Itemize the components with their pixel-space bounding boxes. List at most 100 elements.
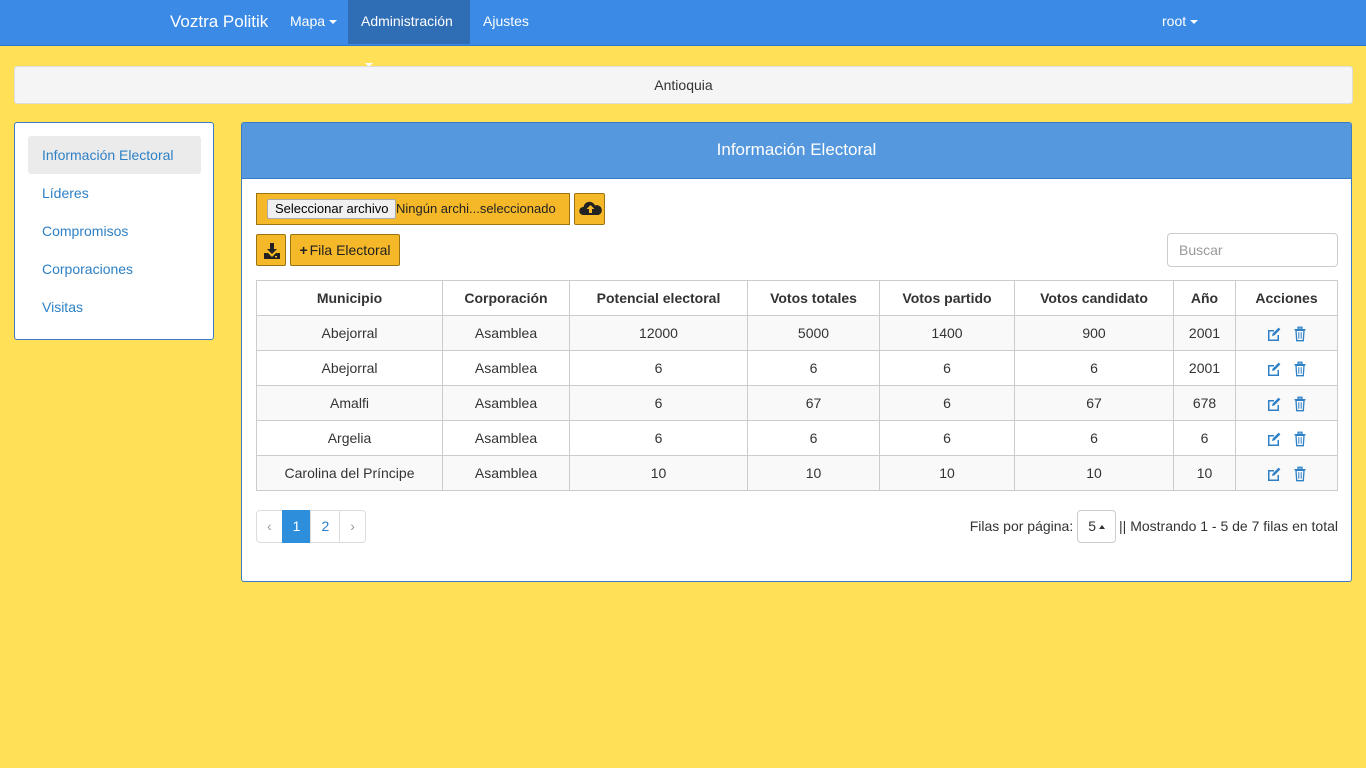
col-potencial-electoral[interactable]: Potencial electoral	[569, 280, 748, 316]
nav-administracion[interactable]: Administración	[348, 0, 470, 68]
breadcrumb: Antioquia	[14, 66, 1353, 104]
rows-per-page-value: 5	[1088, 518, 1097, 534]
col-acciones: Acciones	[1235, 280, 1338, 316]
cloud-upload-icon	[579, 201, 602, 215]
cell-corporacion: Asamblea	[442, 420, 570, 456]
cell-acciones	[1235, 420, 1338, 456]
rows-per-page-label: Filas por página:	[969, 518, 1074, 534]
cell-ano: 2001	[1173, 315, 1236, 351]
trash-icon[interactable]	[1292, 431, 1308, 447]
sidebar-item-visitas[interactable]: Visitas	[28, 288, 201, 326]
brand-logo[interactable]: Voztra Politik	[170, 0, 268, 46]
file-input[interactable]: Seleccionar archivo Ningún archi...selec…	[256, 193, 570, 225]
cell-ano: 6	[1173, 420, 1236, 456]
page-button-2[interactable]: 2	[310, 510, 341, 543]
electoral-table: Municipio Corporación Potencial electora…	[256, 280, 1338, 491]
col-votos-totales[interactable]: Votos totales	[747, 280, 880, 316]
cell-corporacion: Asamblea	[442, 385, 570, 421]
trash-icon[interactable]	[1292, 326, 1308, 342]
panel-title: Información Electoral	[242, 123, 1351, 179]
cell-votos-partido: 6	[879, 420, 1015, 456]
nav-ajustes[interactable]: Ajustes	[470, 0, 542, 44]
search-input[interactable]	[1167, 233, 1338, 267]
cell-votos-candidato: 6	[1014, 420, 1174, 456]
user-menu[interactable]: root	[1149, 0, 1211, 44]
cell-votos-partido: 6	[879, 385, 1015, 421]
sidebar-item-corporaciones[interactable]: Corporaciones	[28, 250, 201, 288]
table-header-row: Municipio Corporación Potencial electora…	[256, 280, 1338, 316]
caret-down-icon	[329, 20, 338, 25]
nav-mapa[interactable]: Mapa	[277, 0, 350, 44]
top-navbar: Voztra Politik Mapa Administración Ajust…	[0, 0, 1366, 68]
trash-icon[interactable]	[1292, 466, 1308, 482]
cell-municipio: Abejorral	[256, 315, 443, 351]
cell-municipio: Amalfi	[256, 385, 443, 421]
table-row: Amalfi Asamblea 6 67 6 67 678	[256, 385, 1338, 421]
rows-per-page-select[interactable]: 5	[1077, 510, 1117, 543]
cell-potencial-electoral: 6	[569, 350, 748, 386]
cell-acciones	[1235, 315, 1338, 351]
edit-icon[interactable]	[1266, 396, 1282, 412]
electoral-panel: Información Electoral Seleccionar archiv…	[241, 122, 1352, 582]
caret-up-icon	[1099, 525, 1106, 530]
table-row: Carolina del Príncipe Asamblea 10 10 10 10 10	[256, 455, 1338, 491]
edit-icon[interactable]	[1266, 466, 1282, 482]
sidebar: Información Electoral Líderes Compromiso…	[14, 122, 214, 340]
nav-administracion-label: Administración	[361, 13, 453, 29]
add-electoral-row-button[interactable]: + Fila Electoral	[290, 234, 400, 266]
edit-icon[interactable]	[1266, 431, 1282, 447]
cell-votos-candidato: 67	[1014, 385, 1174, 421]
col-votos-candidato[interactable]: Votos candidato	[1014, 280, 1174, 316]
edit-icon[interactable]	[1266, 361, 1282, 377]
user-name: root	[1162, 13, 1187, 29]
choose-file-button[interactable]: Seleccionar archivo	[267, 199, 397, 219]
showing-rows-text: || Mostrando 1 - 5 de 7 filas en total	[1119, 518, 1338, 534]
cell-votos-totales: 6	[747, 420, 880, 456]
cell-ano: 2001	[1173, 350, 1236, 386]
cell-votos-totales: 67	[747, 385, 880, 421]
pagination: ‹ 1 2 ›	[256, 510, 366, 543]
cell-votos-partido: 6	[879, 350, 1015, 386]
cell-municipio: Abejorral	[256, 350, 443, 386]
cell-acciones	[1235, 385, 1338, 421]
add-electoral-row-label: Fila Electoral	[309, 242, 391, 258]
cell-votos-candidato: 900	[1014, 315, 1174, 351]
trash-icon[interactable]	[1292, 361, 1308, 377]
nav-ajustes-label: Ajustes	[483, 13, 529, 29]
caret-down-icon	[1190, 20, 1199, 25]
trash-icon[interactable]	[1292, 396, 1308, 412]
cell-votos-partido: 1400	[879, 315, 1015, 351]
edit-icon[interactable]	[1266, 326, 1282, 342]
download-icon	[264, 243, 280, 259]
upload-button[interactable]	[574, 193, 605, 225]
table-row: Abejorral Asamblea 6 6 6 6 2001	[256, 350, 1338, 386]
cell-corporacion: Asamblea	[442, 455, 570, 491]
table-row: Abejorral Asamblea 12000 5000 1400 900 2001	[256, 315, 1338, 351]
col-votos-partido[interactable]: Votos partido	[879, 280, 1015, 316]
col-corporacion[interactable]: Corporación	[442, 280, 570, 316]
next-page-button[interactable]: ›	[339, 510, 366, 543]
sidebar-item-compromisos[interactable]: Compromisos	[28, 212, 201, 250]
col-ano[interactable]: Año	[1173, 280, 1236, 316]
cell-ano: 678	[1173, 385, 1236, 421]
sidebar-item-informacion-electoral[interactable]: Información Electoral	[28, 136, 201, 174]
nav-mapa-label: Mapa	[290, 13, 326, 29]
col-municipio[interactable]: Municipio	[256, 280, 443, 316]
cell-potencial-electoral: 12000	[569, 315, 748, 351]
cell-acciones	[1235, 350, 1338, 386]
cell-potencial-electoral: 6	[569, 385, 748, 421]
cell-votos-partido: 10	[879, 455, 1015, 491]
download-button[interactable]	[256, 234, 286, 266]
cell-potencial-electoral: 6	[569, 420, 748, 456]
cell-votos-totales: 5000	[747, 315, 880, 351]
plus-icon: +	[299, 242, 308, 258]
sidebar-item-lideres[interactable]: Líderes	[28, 174, 201, 212]
cell-potencial-electoral: 10	[569, 455, 748, 491]
prev-page-button[interactable]: ‹	[256, 510, 283, 543]
cell-corporacion: Asamblea	[442, 350, 570, 386]
cell-corporacion: Asamblea	[442, 315, 570, 351]
table-row: Argelia Asamblea 6 6 6 6 6	[256, 420, 1338, 456]
cell-votos-candidato: 10	[1014, 455, 1174, 491]
cell-acciones	[1235, 455, 1338, 491]
page-button-1[interactable]: 1	[281, 510, 312, 543]
